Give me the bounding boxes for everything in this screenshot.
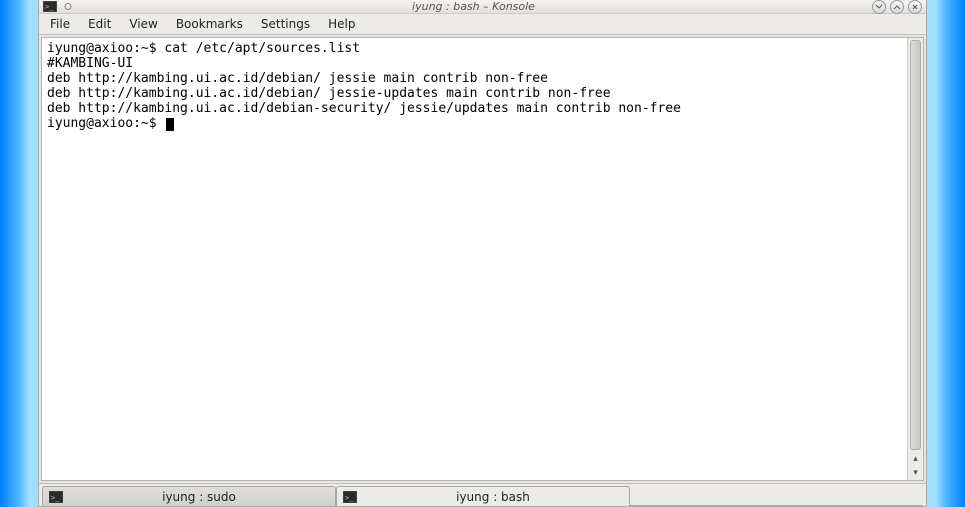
terminal-icon: >_ (343, 491, 357, 503)
scroll-down-icon[interactable]: ▾ (908, 466, 923, 480)
terminal[interactable]: iyung@axioo:~$ cat /etc/apt/sources.list… (42, 38, 907, 480)
tabbar-spacer (630, 486, 923, 506)
terminal-icon: >_ (49, 491, 63, 503)
tab-label: iyung : bash (363, 490, 623, 504)
menu-help[interactable]: Help (320, 15, 363, 33)
menu-file[interactable]: File (42, 15, 78, 33)
konsole-window: >_ iyung : bash – Konsole File Edit View… (38, 0, 927, 507)
tab-bash[interactable]: >_ iyung : bash (336, 486, 630, 506)
scrollbar[interactable]: ▴ ▾ (907, 38, 923, 480)
terminal-area: iyung@axioo:~$ cat /etc/apt/sources.list… (41, 37, 924, 481)
menubar: File Edit View Bookmarks Settings Help (39, 14, 926, 35)
svg-text:>_: >_ (51, 494, 60, 502)
tab-label: iyung : sudo (69, 490, 329, 504)
cursor (166, 118, 174, 131)
svg-text:>_: >_ (345, 494, 354, 502)
maximize-button[interactable] (890, 0, 904, 14)
scroll-thumb[interactable] (910, 40, 921, 450)
app-icon: >_ (43, 1, 57, 12)
close-button[interactable] (908, 0, 922, 14)
minimize-button[interactable] (872, 0, 886, 14)
titlebar: >_ iyung : bash – Konsole (39, 0, 926, 14)
menu-settings[interactable]: Settings (253, 15, 318, 33)
menu-view[interactable]: View (121, 15, 165, 33)
scroll-track[interactable] (908, 38, 923, 452)
menu-edit[interactable]: Edit (80, 15, 119, 33)
scroll-up-icon[interactable]: ▴ (908, 452, 923, 466)
menu-bookmarks[interactable]: Bookmarks (168, 15, 251, 33)
tab-sudo[interactable]: >_ iyung : sudo (42, 486, 336, 506)
pin-icon[interactable] (61, 1, 75, 12)
window-title: iyung : bash – Konsole (79, 0, 868, 13)
tabbar: >_ iyung : sudo >_ iyung : bash (39, 483, 926, 506)
window-controls (872, 0, 922, 14)
svg-text:>_: >_ (45, 3, 54, 11)
